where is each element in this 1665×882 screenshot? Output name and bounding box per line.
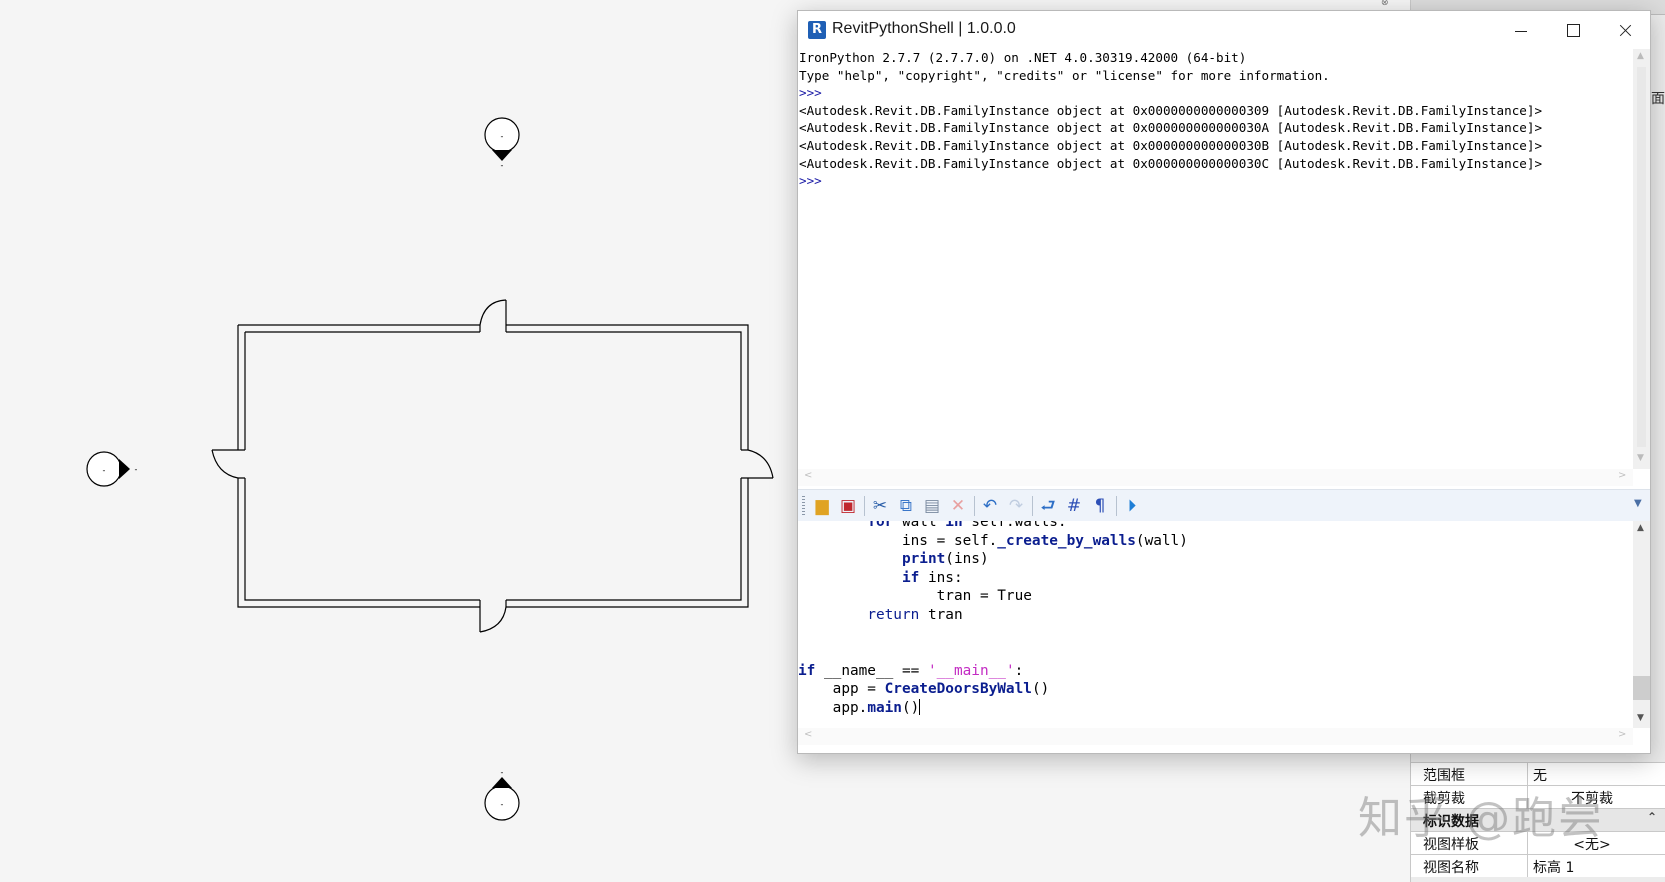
code-line: for wall in self.walls: [867, 521, 1067, 530]
watermark: 知乎 @跑尝 [1358, 793, 1604, 844]
maximize-icon[interactable] [1550, 11, 1596, 49]
editor-vertical-scrollbar[interactable]: ▲ ▼ [1633, 521, 1650, 728]
scroll-thumb[interactable] [1633, 676, 1650, 700]
scroll-up-icon[interactable]: ▲ [1637, 51, 1644, 61]
text-caret [919, 698, 921, 715]
window-titlebar[interactable]: R RevitPythonShell | 1.0.0.0 [798, 11, 1650, 49]
elevation-marker-west[interactable]: - - [86, 451, 138, 487]
scroll-thumb[interactable] [1637, 67, 1646, 447]
console-prompt[interactable]: >>> [798, 172, 1633, 190]
console-line: <Autodesk.Revit.DB.FamilyInstance object… [799, 137, 1543, 153]
console-line: <Autodesk.Revit.DB.FamilyInstance object… [799, 155, 1543, 171]
open-icon[interactable]: ▆ [812, 496, 832, 516]
console-vertical-scrollbar[interactable]: ▲ ▼ [1633, 49, 1650, 469]
save-icon[interactable]: ▣ [838, 496, 858, 516]
console-horizontal-scrollbar[interactable]: < > [798, 469, 1633, 486]
code-line: if ins: [901, 569, 963, 586]
undo-icon[interactable]: ↶ [980, 496, 1000, 516]
close-icon[interactable] [1602, 11, 1648, 49]
property-row[interactable]: 视图名称 标高 1 [1411, 854, 1665, 877]
delete-icon[interactable]: ✕ [948, 496, 968, 516]
revit-python-shell-window[interactable]: R RevitPythonShell | 1.0.0.0 IronPython … [797, 10, 1651, 754]
collapse-chevron-icon[interactable]: ⌃ [1647, 810, 1657, 824]
svg-text:-: - [501, 768, 504, 777]
panel-close-icon[interactable]: ⊗ [1381, 0, 1393, 10]
scroll-up-icon[interactable]: ▲ [1637, 523, 1644, 533]
line-numbers-icon[interactable]: # [1064, 496, 1084, 516]
door-bottom[interactable] [479, 606, 507, 633]
cut-icon[interactable]: ✂ [870, 496, 890, 516]
scroll-right-icon[interactable]: > [1618, 470, 1626, 481]
console-line: <Autodesk.Revit.DB.FamilyInstance object… [799, 102, 1543, 118]
toolbar-overflow-icon[interactable]: ▼ [1634, 498, 1642, 509]
code-line: return tran [867, 606, 963, 623]
word-wrap-icon[interactable]: ⮐ [1038, 496, 1058, 516]
scroll-down-icon[interactable]: ▼ [1637, 713, 1644, 723]
code-line: ins = self._create_by_walls(wall) [798, 532, 1188, 549]
door-left[interactable] [211, 449, 239, 479]
console-line: IronPython 2.7.7 (2.7.7.0) on .NET 4.0.3… [799, 50, 1247, 65]
code-line: app = CreateDoorsByWall() [798, 681, 1050, 698]
run-icon[interactable]: ⏵ [1122, 496, 1142, 516]
code-line: tran = True [798, 588, 1032, 605]
console-line: Type "help", "copyright", "credits" or "… [799, 67, 1330, 83]
scroll-down-icon[interactable]: ▼ [1637, 453, 1644, 463]
revit-app-icon: R [808, 21, 826, 39]
show-whitespace-icon[interactable]: ¶ [1090, 496, 1110, 516]
code-editor[interactable]: for wall in self.walls: ins = self._crea… [798, 521, 1633, 728]
svg-text:-: - [501, 800, 504, 809]
door-right[interactable] [747, 449, 774, 479]
property-key: 视图名称 [1423, 860, 1479, 876]
svg-text:-: - [103, 466, 106, 475]
code-line: app.main() [798, 698, 921, 716]
scroll-left-icon[interactable]: < [804, 729, 812, 740]
paste-icon[interactable]: ▤ [922, 496, 942, 516]
svg-text:-: - [135, 465, 138, 474]
door-top[interactable] [479, 299, 507, 326]
panel-edge-text: 面 [1651, 91, 1665, 107]
interactive-console[interactable]: IronPython 2.7.7 (2.7.7.0) on .NET 4.0.3… [798, 49, 1633, 469]
property-value[interactable]: 标高 1 [1533, 857, 1574, 877]
svg-text:-: - [501, 161, 504, 170]
scroll-left-icon[interactable]: < [804, 470, 812, 481]
copy-icon[interactable]: ⧉ [896, 496, 916, 516]
floor-plan-walls [237, 324, 749, 608]
minimize-icon[interactable] [1498, 11, 1544, 49]
editor-toolbar: ▆ ▣ ✂ ⧉ ▤ ✕ ↶ ↷ ⮐ # ¶ ⏵ ▼ [798, 489, 1650, 523]
code-line: print(ins) [901, 551, 989, 568]
elevation-marker-south[interactable]: - - [484, 768, 520, 821]
console-line: <Autodesk.Revit.DB.FamilyInstance object… [799, 120, 1543, 136]
window-title: RevitPythonShell | 1.0.0.0 [832, 20, 1016, 37]
marker-label: - [501, 132, 504, 141]
console-prompt: >>> [799, 85, 822, 101]
code-line: if __name__ == '__main__': [798, 662, 1024, 679]
scroll-right-icon[interactable]: > [1618, 729, 1626, 740]
elevation-marker-north[interactable]: - - [484, 117, 520, 170]
redo-icon[interactable]: ↷ [1006, 496, 1026, 516]
editor-horizontal-scrollbar[interactable]: < > [798, 728, 1633, 745]
toolbar-grip[interactable] [802, 496, 805, 516]
